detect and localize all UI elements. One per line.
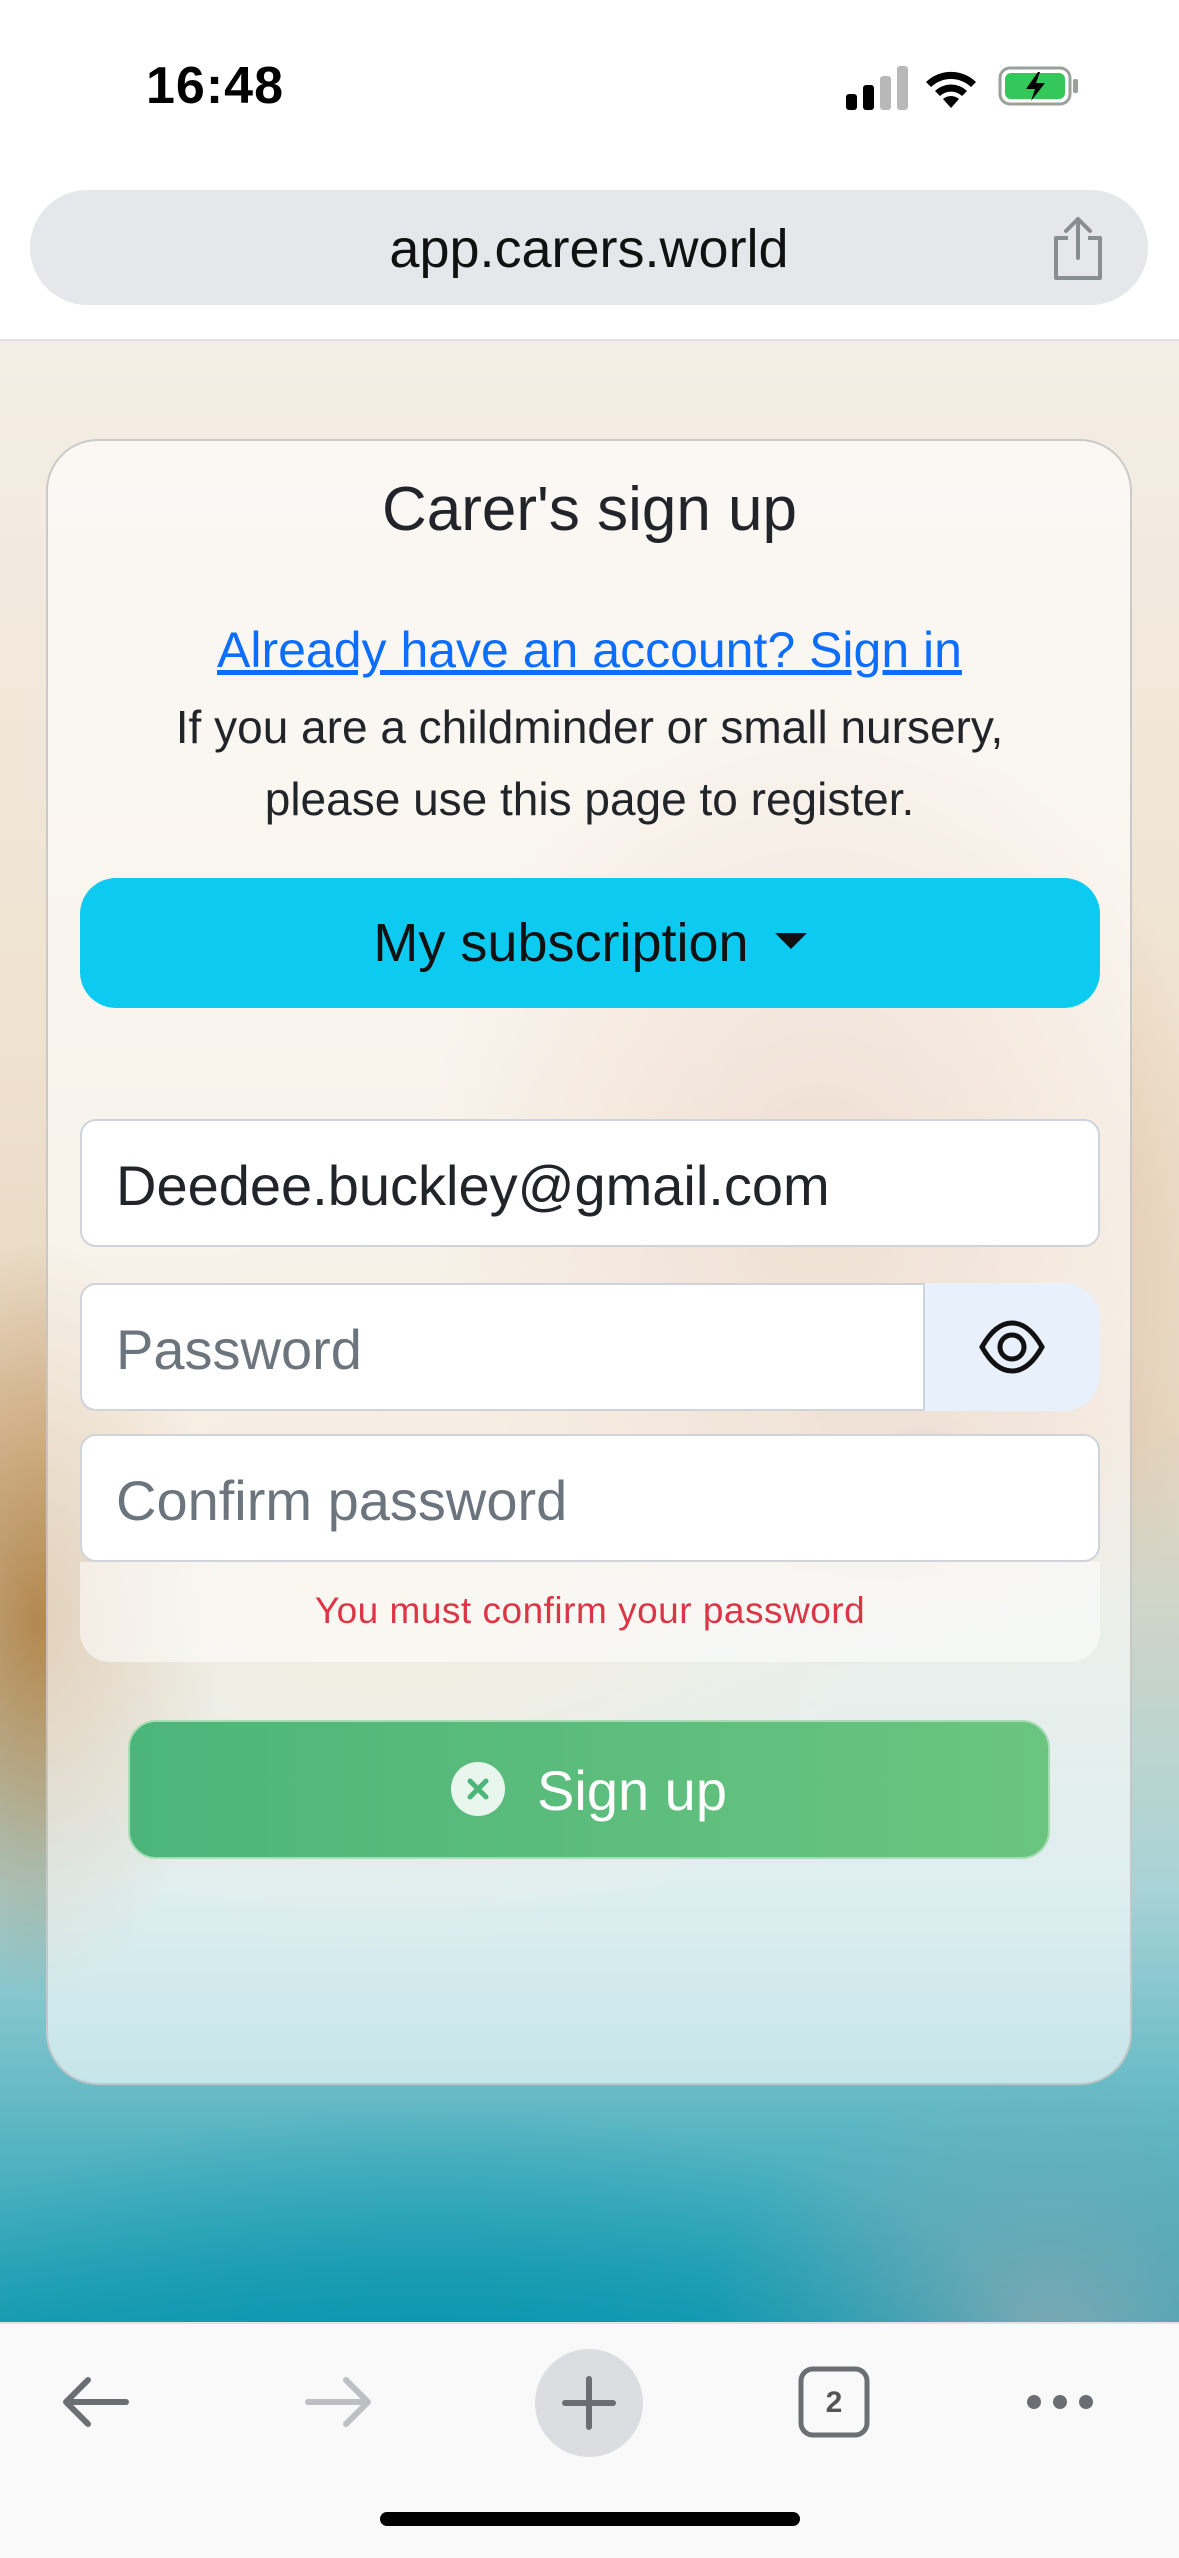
validation-error-box: You must confirm your password bbox=[80, 1562, 1100, 1662]
plus-icon bbox=[562, 2376, 616, 2430]
subscription-dropdown-button[interactable]: My subscription bbox=[80, 878, 1100, 1008]
home-indicator bbox=[380, 2512, 800, 2526]
address-bar[interactable]: app.carers.world bbox=[30, 190, 1148, 305]
tab-count: 2 bbox=[825, 2386, 843, 2419]
signin-link[interactable]: Already have an account? Sign in bbox=[0, 621, 1179, 679]
status-bar: 16:48 bbox=[0, 0, 1179, 180]
subscription-label-wrap: My subscription bbox=[80, 912, 1100, 974]
intro-text-line-2: please use this page to register. bbox=[264, 773, 915, 825]
confirm-password-placeholder: Confirm password bbox=[116, 1469, 568, 1532]
cellular-signal-icon bbox=[846, 66, 908, 110]
email-field[interactable]: Deedee.buckley@gmail.com bbox=[80, 1119, 1100, 1247]
more-dots-icon[interactable] bbox=[1024, 2388, 1096, 2416]
page-title: Carer's sign up bbox=[381, 475, 798, 544]
arrow-right-icon[interactable] bbox=[302, 2374, 374, 2430]
signup-button-content: Sign up bbox=[130, 1758, 1048, 1823]
arrow-left-icon[interactable] bbox=[60, 2374, 132, 2430]
confirm-password-field[interactable]: Confirm password bbox=[80, 1434, 1100, 1562]
url-text[interactable]: app.carers.world bbox=[30, 218, 1148, 280]
status-time: 16:48 bbox=[146, 57, 284, 115]
email-value: Deedee.buckley@gmail.com bbox=[116, 1154, 830, 1217]
signup-button[interactable]: Sign up bbox=[128, 1720, 1050, 1859]
password-placeholder: Password bbox=[116, 1318, 362, 1381]
caret-down-icon bbox=[774, 932, 807, 949]
toggle-password-visibility-button[interactable] bbox=[925, 1283, 1100, 1411]
tabs-button[interactable]: 2 bbox=[798, 2366, 870, 2438]
share-icon[interactable] bbox=[1048, 216, 1108, 282]
new-tab-button[interactable] bbox=[535, 2349, 643, 2457]
signup-label: Sign up bbox=[537, 1759, 727, 1822]
subscription-label: My subscription bbox=[373, 913, 749, 973]
close-circle-icon bbox=[451, 1762, 506, 1817]
password-field[interactable]: Password bbox=[80, 1283, 925, 1411]
wifi-icon bbox=[926, 71, 976, 108]
intro-text-line-1: If you are a childminder or small nurser… bbox=[175, 701, 1004, 753]
eye-icon bbox=[979, 1320, 1045, 1374]
validation-error-text: You must confirm your password bbox=[314, 1590, 866, 1631]
battery-charging-icon bbox=[998, 66, 1078, 106]
